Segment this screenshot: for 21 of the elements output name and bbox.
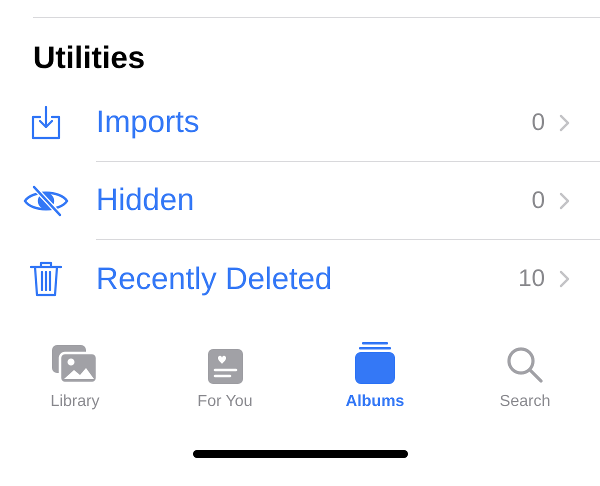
chevron-icon (559, 192, 570, 210)
hidden-eye-icon (22, 185, 70, 217)
album-row-label[interactable]: Recently Deleted (96, 256, 518, 302)
item-count: 0 (532, 108, 545, 138)
tab[interactable]: Library (0, 342, 150, 414)
section-title: Utilities (33, 40, 146, 76)
trash-icon (29, 260, 63, 298)
album-row-label[interactable]: Hidden (96, 177, 532, 224)
tab[interactable]: Search (450, 342, 600, 414)
chevron-icon (559, 270, 570, 288)
heart-card-icon (208, 349, 242, 384)
search-icon (506, 346, 544, 384)
item-count: 10 (518, 264, 545, 294)
album-row-label[interactable]: Imports (96, 99, 532, 146)
chevron-icon (559, 114, 570, 132)
import-icon (29, 105, 63, 141)
albums-stack-icon (355, 342, 395, 384)
tab[interactable]: For You (150, 342, 300, 414)
item-count: 0 (532, 186, 545, 216)
photos-stack-icon (51, 344, 99, 384)
tab[interactable]: Albums (300, 342, 450, 414)
